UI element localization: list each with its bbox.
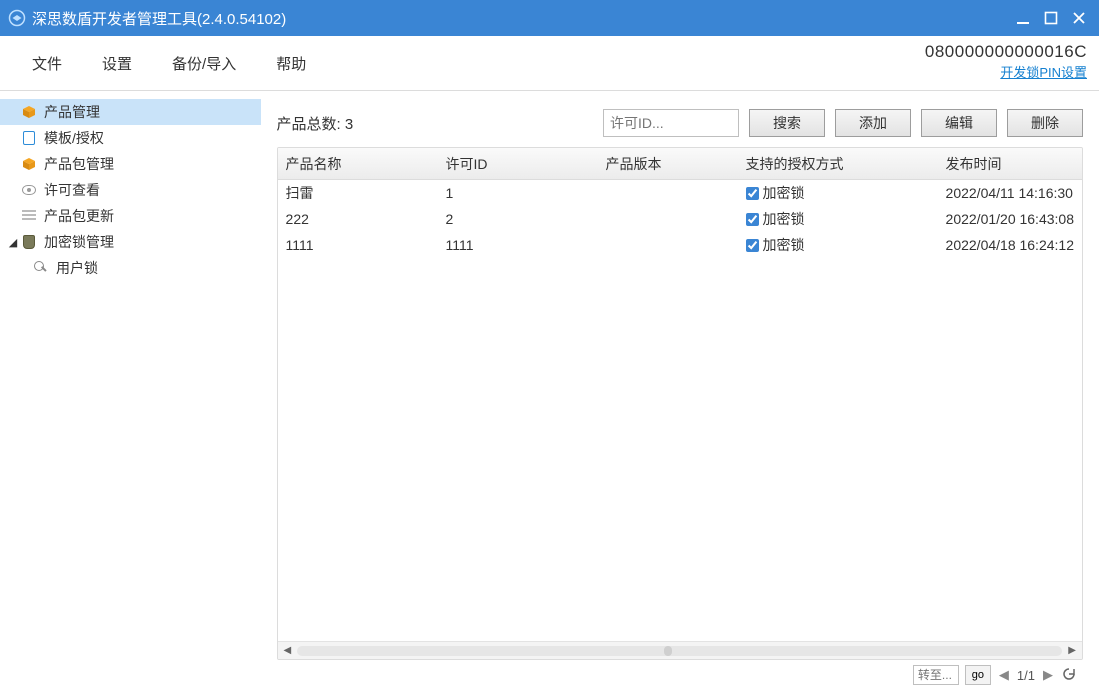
- menu-backup[interactable]: 备份/导入: [152, 45, 256, 82]
- close-button[interactable]: [1067, 6, 1091, 30]
- sidebar-item-label: 产品包更新: [44, 206, 114, 226]
- add-button[interactable]: 添加: [835, 109, 911, 137]
- refresh-icon: [1061, 666, 1077, 682]
- table-row[interactable]: 扫雷 1 加密锁 2022/04/11 14:16:30: [278, 180, 1082, 206]
- menubar: 文件 设置 备份/导入 帮助 080000000000016C 开发锁PIN设置: [0, 36, 1099, 90]
- th-license-id[interactable]: 许可ID: [438, 154, 598, 174]
- goto-page-button[interactable]: go: [965, 665, 991, 685]
- product-table: 产品名称 许可ID 产品版本 支持的授权方式 发布时间 扫雷 1 加密锁 202…: [277, 147, 1083, 660]
- horizontal-scrollbar[interactable]: ◀ ▶: [278, 641, 1082, 659]
- cell-time: 2022/04/11 14:16:30: [938, 185, 1082, 201]
- delete-button[interactable]: 删除: [1007, 109, 1083, 137]
- th-auth-method[interactable]: 支持的授权方式: [738, 154, 938, 174]
- cell-auth: 加密锁: [738, 183, 938, 203]
- stack-icon: [20, 207, 38, 225]
- shield-icon: [20, 233, 38, 251]
- titlebar: 深思数盾开发者管理工具(2.4.0.54102): [0, 0, 1099, 36]
- scroll-left-icon[interactable]: ◀: [282, 645, 294, 656]
- edit-button[interactable]: 编辑: [921, 109, 997, 137]
- sidebar-item-label: 产品管理: [44, 102, 100, 122]
- th-version[interactable]: 产品版本: [598, 154, 738, 174]
- cell-product-name: 扫雷: [278, 183, 438, 203]
- sidebar-item-license-view[interactable]: 许可查看: [0, 177, 261, 203]
- menu-settings[interactable]: 设置: [82, 45, 152, 82]
- th-product-name[interactable]: 产品名称: [278, 154, 438, 174]
- table-row[interactable]: 222 2 加密锁 2022/01/20 16:43:08: [278, 206, 1082, 232]
- scroll-right-icon[interactable]: ▶: [1066, 645, 1078, 656]
- page-info: 1/1: [1017, 668, 1035, 683]
- table-row[interactable]: 1111 1111 加密锁 2022/04/18 16:24:12: [278, 232, 1082, 258]
- sidebar-item-label: 模板/授权: [44, 128, 104, 148]
- eye-icon: [20, 181, 38, 199]
- window-title: 深思数盾开发者管理工具(2.4.0.54102): [32, 8, 286, 29]
- page-next-icon[interactable]: ▶: [1041, 667, 1055, 683]
- scroll-track[interactable]: [297, 646, 1062, 656]
- sidebar-item-label: 产品包管理: [44, 154, 114, 174]
- sidebar-item-label: 用户锁: [56, 258, 98, 278]
- goto-page-input[interactable]: [913, 665, 959, 685]
- sidebar: 产品管理 模板/授权 产品包管理 许可查看 产品包更新 ◢ 加密锁管理 用户锁: [0, 91, 261, 700]
- minimize-button[interactable]: [1011, 6, 1035, 30]
- sidebar-item-template-license[interactable]: 模板/授权: [0, 125, 261, 151]
- cell-time: 2022/01/20 16:43:08: [938, 211, 1082, 227]
- table-body: 扫雷 1 加密锁 2022/04/11 14:16:30 222 2 加密锁 2…: [278, 180, 1082, 641]
- auth-lock-checkbox[interactable]: 加密锁: [746, 235, 805, 255]
- auth-lock-checkbox[interactable]: 加密锁: [746, 209, 805, 229]
- sidebar-item-user-lock[interactable]: 用户锁: [0, 255, 261, 281]
- cell-product-name: 222: [278, 211, 438, 227]
- scroll-thumb[interactable]: [664, 646, 672, 656]
- sidebar-item-package-update[interactable]: 产品包更新: [0, 203, 261, 229]
- content-panel: 产品总数: 3 搜索 添加 编辑 删除 产品名称 许可ID 产品版本 支持的授权…: [261, 91, 1099, 700]
- sidebar-item-package-manage[interactable]: 产品包管理: [0, 151, 261, 177]
- cell-license-id: 1: [438, 185, 598, 201]
- key-magnifier-icon: [32, 259, 50, 277]
- sidebar-item-product-manage[interactable]: 产品管理: [0, 99, 261, 125]
- cell-time: 2022/04/18 16:24:12: [938, 237, 1082, 253]
- cell-product-name: 1111: [278, 237, 438, 253]
- pager: go ◀ 1/1 ▶: [277, 660, 1083, 690]
- device-serial: 080000000000016C: [925, 42, 1087, 62]
- search-button[interactable]: 搜索: [749, 109, 825, 137]
- cell-license-id: 2: [438, 211, 598, 227]
- pin-settings-link[interactable]: 开发锁PIN设置: [925, 62, 1087, 81]
- menu-file[interactable]: 文件: [12, 45, 82, 82]
- document-icon: [20, 129, 38, 147]
- cell-auth: 加密锁: [738, 235, 938, 255]
- app-logo-icon: [8, 9, 26, 27]
- toolbar: 产品总数: 3 搜索 添加 编辑 删除: [277, 109, 1083, 137]
- cell-license-id: 1111: [438, 237, 598, 253]
- search-input[interactable]: [603, 109, 739, 137]
- main-area: 产品管理 模板/授权 产品包管理 许可查看 产品包更新 ◢ 加密锁管理 用户锁: [0, 90, 1099, 700]
- cube-icon: [20, 103, 38, 121]
- header-right: 080000000000016C 开发锁PIN设置: [925, 42, 1087, 81]
- sidebar-item-label: 加密锁管理: [44, 232, 114, 252]
- sidebar-item-label: 许可查看: [44, 180, 100, 200]
- product-total-label: 产品总数: 3: [277, 113, 354, 134]
- auth-lock-checkbox[interactable]: 加密锁: [746, 183, 805, 203]
- cell-auth: 加密锁: [738, 209, 938, 229]
- page-prev-icon[interactable]: ◀: [997, 667, 1011, 683]
- menu-help[interactable]: 帮助: [256, 45, 326, 82]
- sidebar-group-lock-manage[interactable]: ◢ 加密锁管理: [0, 229, 261, 255]
- table-header: 产品名称 许可ID 产品版本 支持的授权方式 发布时间: [278, 148, 1082, 180]
- refresh-button[interactable]: [1061, 666, 1077, 685]
- cube-icon: [20, 155, 38, 173]
- th-publish-time[interactable]: 发布时间: [938, 154, 1082, 174]
- expand-toggle-icon: ◢: [6, 236, 20, 249]
- maximize-button[interactable]: [1039, 6, 1063, 30]
